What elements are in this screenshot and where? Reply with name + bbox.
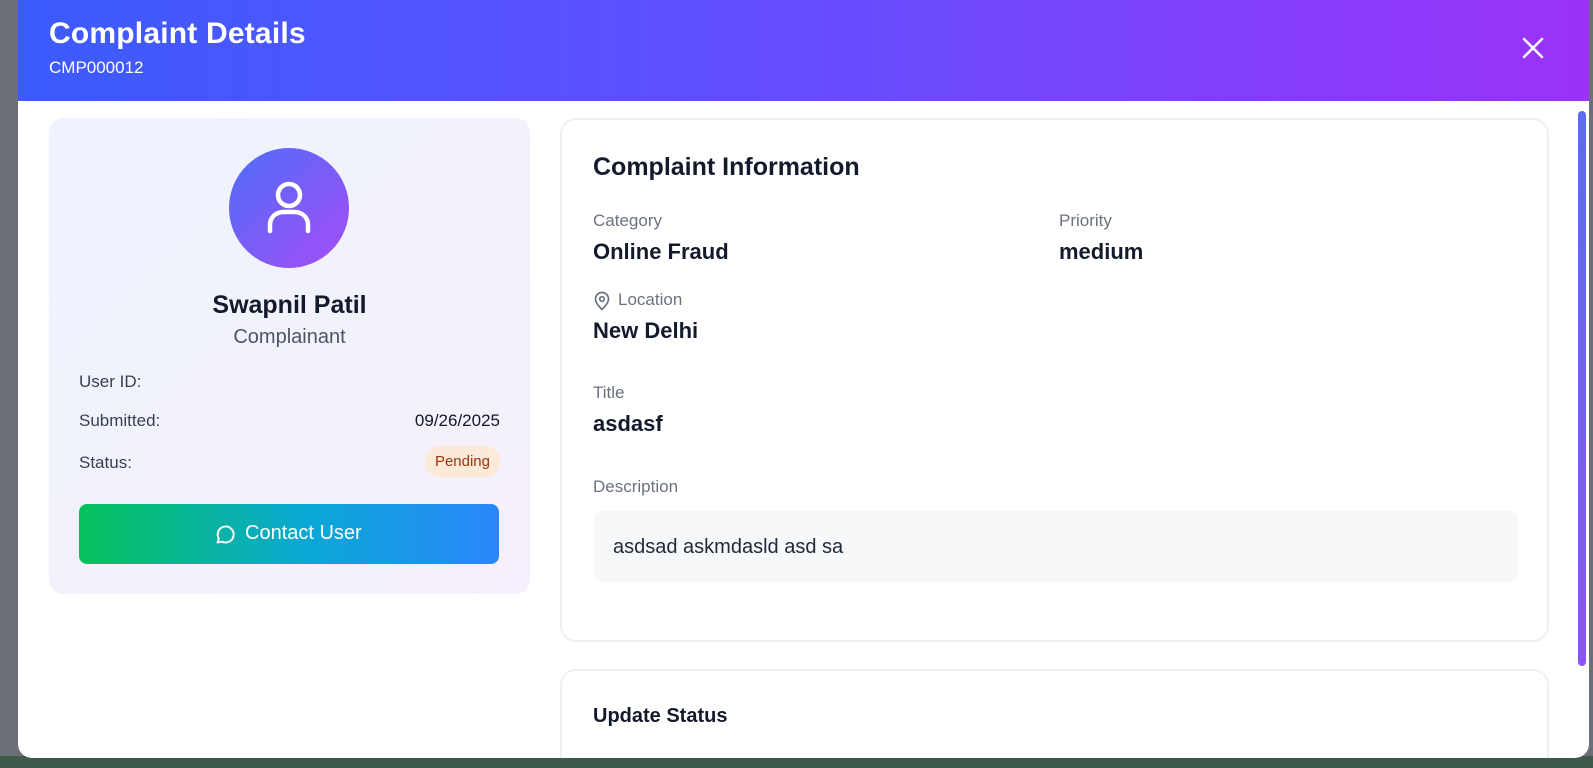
- close-button[interactable]: [1519, 34, 1547, 62]
- update-status-card: Update Status: [560, 669, 1549, 758]
- submitted-row: Submitted: 09/26/2025: [79, 411, 500, 435]
- user-icon: [267, 181, 311, 234]
- location-value: New Delhi: [593, 318, 699, 343]
- category-label: Category: [593, 211, 662, 230]
- status-label: Status:: [79, 453, 132, 472]
- contact-user-button[interactable]: Contact User: [79, 504, 499, 564]
- description-box: asdsad askmdasld asd sa: [593, 511, 1519, 582]
- submitted-date: 09/26/2025: [414, 411, 500, 430]
- priority-label: Priority: [1059, 211, 1112, 230]
- priority-value: medium: [1059, 239, 1144, 264]
- modal-title: Complaint Details: [49, 17, 306, 50]
- user-id-row: User ID:: [79, 372, 500, 396]
- contact-user-label: Contact User: [245, 522, 362, 544]
- map-pin-icon: [594, 291, 610, 311]
- user-id-label: User ID:: [79, 372, 142, 391]
- modal-header: Complaint Details CMP000012: [18, 0, 1589, 101]
- status-badge: Pending: [424, 446, 500, 477]
- title-label: Title: [593, 383, 625, 402]
- close-icon: [1522, 37, 1544, 59]
- title-value: asdasf: [593, 411, 663, 436]
- update-status-title: Update Status: [593, 705, 728, 727]
- complainant-role: Complainant: [233, 326, 346, 348]
- description-text: asdsad askmdasld asd sa: [613, 536, 844, 558]
- complaint-details-modal: Complaint Details CMP000012 Swapnil Pati…: [18, 0, 1589, 758]
- complainant-card: Swapnil Patil Complainant User ID: Submi…: [49, 118, 530, 594]
- section-title: Complaint Information: [593, 153, 860, 181]
- submitted-label: Submitted:: [79, 411, 161, 430]
- category-value: Online Fraud: [593, 239, 729, 264]
- complaint-id: CMP000012: [49, 58, 144, 77]
- message-circle-icon: [216, 525, 235, 544]
- description-label: Description: [593, 477, 679, 496]
- status-row: Status: Pending: [79, 446, 500, 477]
- location-label: Location: [618, 290, 683, 309]
- modal-body: Swapnil Patil Complainant User ID: Submi…: [18, 101, 1589, 758]
- complaint-information-card: Complaint Information Category Online Fr…: [560, 118, 1549, 642]
- complainant-name: Swapnil Patil: [212, 291, 367, 319]
- scrollbar-thumb[interactable]: [1578, 111, 1586, 666]
- avatar: [229, 148, 349, 268]
